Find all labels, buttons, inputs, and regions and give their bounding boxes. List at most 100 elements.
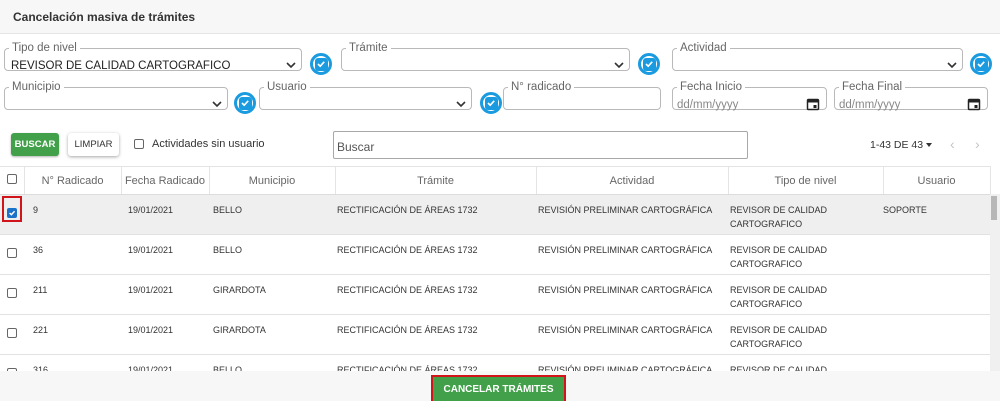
check-icon xyxy=(238,96,252,110)
table-toolbar: BUSCAR LIMPIAR Actividades sin usuario B… xyxy=(0,120,1000,166)
cell-radicado: 211 xyxy=(24,274,121,315)
cell-usuario xyxy=(883,234,990,275)
chevron-down-icon xyxy=(456,101,466,108)
search-input[interactable]: Buscar xyxy=(333,131,748,159)
cell-tramite: RECTIFICACIÓN DE ÁREAS 1732 xyxy=(335,234,536,275)
actividad-select[interactable]: Actividad xyxy=(672,42,963,71)
cell-actividad: REVISIÓN PRELIMINAR CARTOGRÁFICA xyxy=(536,274,728,315)
cell-tipo-nivel: REVISOR DE CALIDAD CARTOGRAFICO xyxy=(728,354,883,371)
chevron-down-icon xyxy=(614,62,624,69)
table-row[interactable]: 316 19/01/2021 BELLO RECTIFICACIÓN DE ÁR… xyxy=(0,354,990,371)
row-checkbox[interactable] xyxy=(7,248,17,258)
cell-usuario xyxy=(883,274,990,315)
cell-municipio: GIRARDOTA xyxy=(209,314,335,355)
radicado-input[interactable]: N° radicado xyxy=(503,81,661,110)
cell-municipio: BELLO xyxy=(209,354,335,371)
tipo-nivel-value: REVISOR DE CALIDAD CARTOGRAFICO xyxy=(11,60,231,72)
limpiar-button[interactable]: LIMPIAR xyxy=(68,133,119,156)
cell-tipo-nivel: REVISOR DE CALIDAD CARTOGRAFICO xyxy=(728,194,883,235)
calendar-icon[interactable] xyxy=(967,97,981,111)
cancelar-tramites-label: CANCELAR TRÁMITES xyxy=(443,384,554,395)
tipo-nivel-select[interactable]: Tipo de nivel REVISOR DE CALIDAD CARTOGR… xyxy=(4,42,302,72)
calendar-icon[interactable] xyxy=(806,97,820,111)
table-row[interactable]: 36 19/01/2021 BELLO RECTIFICACIÓN DE ÁRE… xyxy=(0,234,990,275)
column-header[interactable]: Fecha Radicado xyxy=(121,166,210,195)
fecha-final-placeholder: dd/mm/yyyy xyxy=(839,99,901,111)
cell-usuario xyxy=(883,314,990,355)
municipio-label: Municipio xyxy=(12,81,61,93)
fecha-inicio-input[interactable]: Fecha Inicio dd/mm/yyyy xyxy=(672,81,827,111)
table-header-row: N° Radicado Fecha Radicado Municipio Trá… xyxy=(0,166,991,195)
table-row[interactable]: 9 19/01/2021 BELLO RECTIFICACIÓN DE ÁREA… xyxy=(0,194,990,235)
chevron-down-icon xyxy=(212,101,222,108)
row-select-cell[interactable] xyxy=(0,234,24,275)
cell-radicado: 221 xyxy=(24,314,121,355)
cell-radicado: 9 xyxy=(24,194,121,235)
cell-tramite: RECTIFICACIÓN DE ÁREAS 1732 xyxy=(335,274,536,315)
tramite-check-button[interactable] xyxy=(638,53,660,75)
check-icon xyxy=(974,57,988,71)
check-icon xyxy=(642,57,656,71)
cell-tramite: RECTIFICACIÓN DE ÁREAS 1732 xyxy=(335,194,536,235)
table-row[interactable]: 221 19/01/2021 GIRARDOTA RECTIFICACIÓN D… xyxy=(0,314,990,355)
cell-actividad: REVISIÓN PRELIMINAR CARTOGRÁFICA xyxy=(536,234,728,275)
usuario-check-button[interactable] xyxy=(480,92,502,114)
tipo-nivel-check-button[interactable] xyxy=(310,53,332,75)
scrollbar-thumb[interactable] xyxy=(991,196,997,220)
table-row[interactable]: 211 19/01/2021 GIRARDOTA RECTIFICACIÓN D… xyxy=(0,274,990,315)
tramites-table: N° Radicado Fecha Radicado Municipio Trá… xyxy=(0,166,1000,371)
chevron-left-icon[interactable]: ‹ xyxy=(950,137,955,151)
fecha-final-label: Fecha Final xyxy=(842,81,903,93)
page-title: Cancelación masiva de trámites xyxy=(13,10,196,24)
column-header[interactable]: Trámite xyxy=(335,166,537,195)
row-checkbox[interactable] xyxy=(7,328,17,338)
cell-tipo-nivel: REVISOR DE CALIDAD CARTOGRAFICO xyxy=(728,234,883,275)
cell-tipo-nivel: REVISOR DE CALIDAD CARTOGRAFICO xyxy=(728,314,883,355)
caret-down-icon xyxy=(926,143,933,147)
fecha-inicio-placeholder: dd/mm/yyyy xyxy=(677,99,739,111)
cell-municipio: GIRARDOTA xyxy=(209,274,335,315)
check-icon xyxy=(314,57,328,71)
cell-usuario xyxy=(883,354,990,371)
cell-fecha: 19/01/2021 xyxy=(121,314,209,355)
buscar-button[interactable]: BUSCAR xyxy=(11,133,59,156)
row-checkbox[interactable] xyxy=(7,288,17,298)
search-placeholder: Buscar xyxy=(337,140,375,154)
municipio-select[interactable]: Municipio xyxy=(4,81,228,110)
pagination-info[interactable]: 1-43 DE 43 xyxy=(870,139,933,151)
table-scrollbar[interactable] xyxy=(990,194,1000,371)
chevron-down-icon xyxy=(947,62,957,69)
column-header[interactable]: Usuario xyxy=(883,166,991,195)
tipo-nivel-label: Tipo de nivel xyxy=(12,42,77,54)
cell-radicado: 316 xyxy=(24,354,121,371)
usuario-label: Usuario xyxy=(267,81,307,93)
cell-fecha: 19/01/2021 xyxy=(121,194,209,235)
row-select-cell[interactable] xyxy=(0,354,24,371)
select-all-checkbox[interactable] xyxy=(6,174,17,184)
cell-fecha: 19/01/2021 xyxy=(121,274,209,315)
actividad-label: Actividad xyxy=(680,42,727,54)
column-header[interactable]: Municipio xyxy=(209,166,336,195)
select-all-cell[interactable] xyxy=(0,166,25,195)
cell-tramite: RECTIFICACIÓN DE ÁREAS 1732 xyxy=(335,314,536,355)
cell-actividad: REVISIÓN PRELIMINAR CARTOGRÁFICA xyxy=(536,194,728,235)
sin-usuario-toggle[interactable]: Actividades sin usuario xyxy=(134,138,265,150)
footer-bar: CANCELAR TRÁMITES xyxy=(0,371,1000,401)
column-header[interactable]: Tipo de nivel xyxy=(728,166,884,195)
sin-usuario-checkbox[interactable] xyxy=(134,139,144,149)
column-header[interactable]: Actividad xyxy=(536,166,729,195)
filters-panel: Tipo de nivel REVISOR DE CALIDAD CARTOGR… xyxy=(0,34,1000,120)
selection-highlight xyxy=(2,196,22,222)
municipio-check-button[interactable] xyxy=(234,92,256,114)
fecha-final-input[interactable]: Fecha Final dd/mm/yyyy xyxy=(834,81,988,111)
chevron-right-icon[interactable]: › xyxy=(975,137,980,151)
cell-fecha: 19/01/2021 xyxy=(121,234,209,275)
row-select-cell[interactable] xyxy=(0,274,24,315)
column-header[interactable]: N° Radicado xyxy=(24,166,122,195)
tramite-select[interactable]: Trámite xyxy=(341,42,630,71)
cell-fecha: 19/01/2021 xyxy=(121,354,209,371)
actividad-check-button[interactable] xyxy=(970,53,992,75)
row-select-cell[interactable] xyxy=(0,314,24,355)
usuario-select[interactable]: Usuario xyxy=(259,81,472,110)
cancelar-tramites-button[interactable]: CANCELAR TRÁMITES xyxy=(431,375,566,401)
